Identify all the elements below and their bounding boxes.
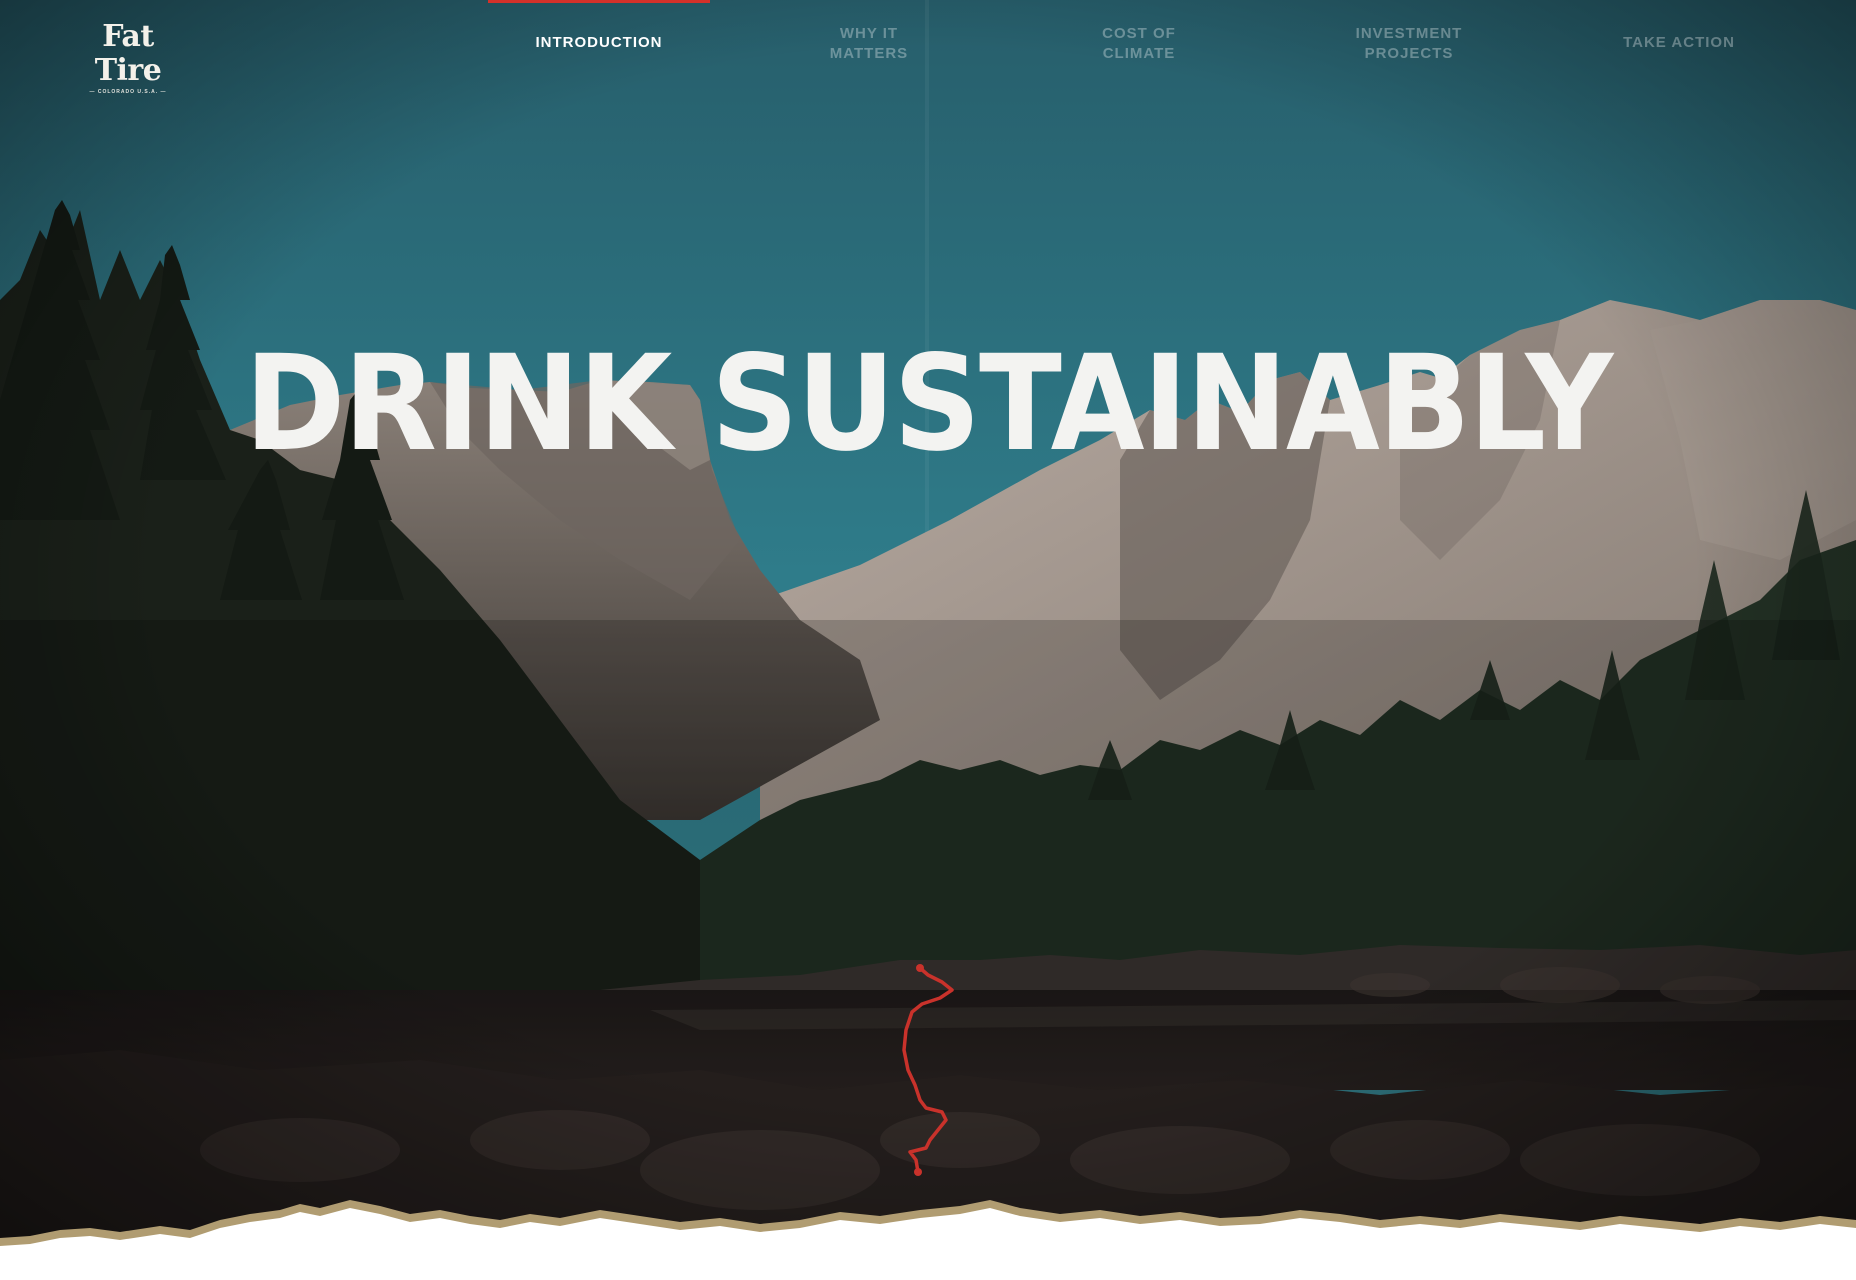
page: Fat Tire — COLORADO U.S.A. — INTRODUCTIO… [0, 0, 1856, 1280]
nav-item-cost-of-climate[interactable]: COST OF CLIMATE [1049, 24, 1229, 64]
nav-item-cost-of-climate-label: COST OF CLIMATE [1102, 25, 1176, 62]
fat-tire-logo[interactable]: Fat Tire — COLORADO U.S.A. — [66, 20, 190, 96]
hero-section [0, 0, 1856, 1280]
nav-item-take-action[interactable]: TAKE ACTION [1589, 33, 1769, 53]
nav-active-indicator [488, 0, 710, 3]
logo-tagline: — COLORADO U.S.A. — [89, 89, 167, 95]
hero-headline: DRINK SUSTAINABLY [244, 327, 1614, 482]
mountain-lake-photo [0, 0, 1856, 1280]
nav-item-introduction[interactable]: INTRODUCTION [509, 33, 689, 53]
torn-paper-edge [0, 1200, 1856, 1280]
logo-wordmark: Fat Tire [94, 19, 162, 88]
nav-item-investment-projects[interactable]: INVESTMENT PROJECTS [1319, 24, 1499, 64]
top-navigation: Fat Tire — COLORADO U.S.A. — INTRODUCTIO… [0, 0, 1856, 100]
nav-item-why-it-matters-label: WHY IT MATTERS [829, 25, 909, 62]
nav-item-investment-projects-label: INVESTMENT PROJECTS [1355, 25, 1463, 62]
nav-item-why-it-matters[interactable]: WHY IT MATTERS [779, 24, 959, 64]
